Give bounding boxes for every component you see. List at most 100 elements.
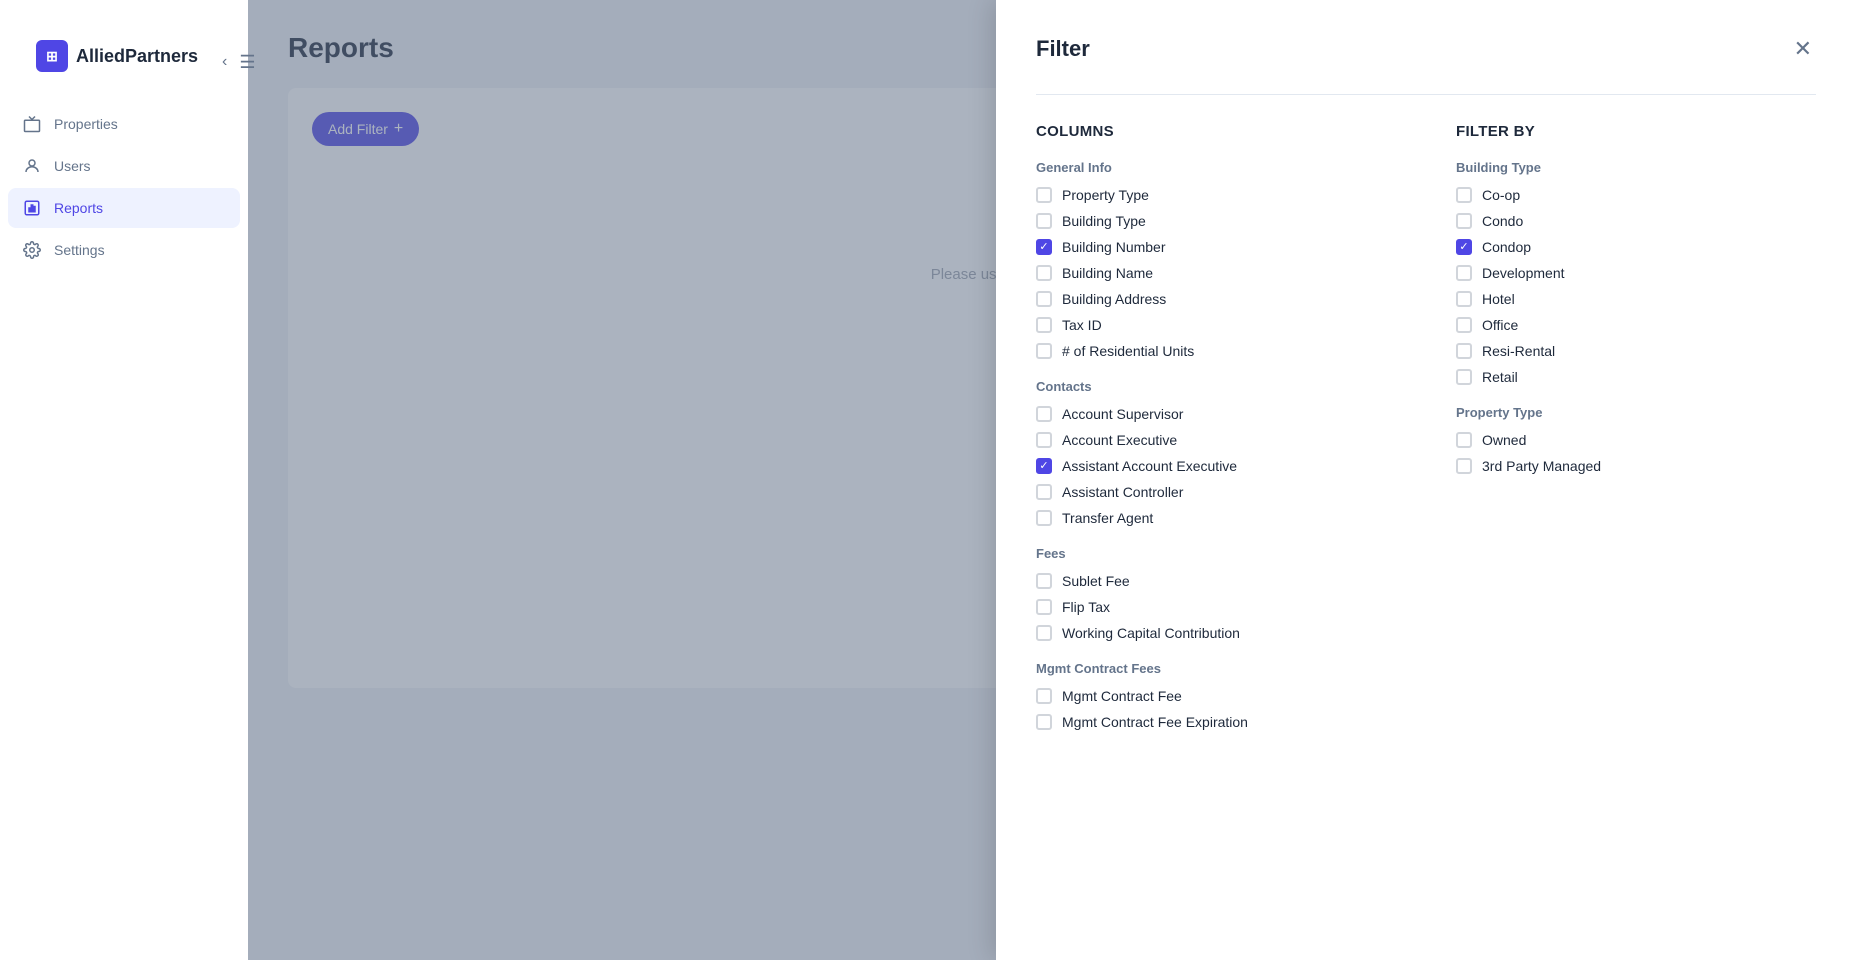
checkbox-mgmt-contract-fee-expiration-box[interactable]: [1036, 714, 1052, 730]
filter-owned-box[interactable]: [1456, 432, 1472, 448]
filter-resi-rental-box[interactable]: [1456, 343, 1472, 359]
checkbox-transfer-agent[interactable]: Transfer Agent: [1036, 510, 1396, 526]
checkbox-building-type-box[interactable]: [1036, 213, 1052, 229]
filter-condop-box[interactable]: [1456, 239, 1472, 255]
sidebar-header: ⊞ AlliedPartners ‹ ☰: [0, 16, 248, 104]
checkbox-mgmt-contract-fee-box[interactable]: [1036, 688, 1052, 704]
mgmt-label: Mgmt Contract Fees: [1036, 661, 1396, 676]
filter-hotel-box[interactable]: [1456, 291, 1472, 307]
filter-panel: Filter ✕ Columns General Info Property T…: [996, 0, 1856, 960]
filter-condop-label: Condop: [1482, 239, 1531, 255]
checkbox-building-number-box[interactable]: [1036, 239, 1052, 255]
contacts-label: Contacts: [1036, 379, 1396, 394]
checkbox-building-type-label: Building Type: [1062, 213, 1146, 229]
filter-condo-box[interactable]: [1456, 213, 1472, 229]
sidebar: ⊞ AlliedPartners ‹ ☰ Properties Users: [0, 0, 248, 960]
checkbox-sublet-fee[interactable]: Sublet Fee: [1036, 573, 1396, 589]
checkbox-working-capital[interactable]: Working Capital Contribution: [1036, 625, 1396, 641]
app-logo: ⊞ AlliedPartners: [16, 28, 218, 96]
checkbox-property-type[interactable]: Property Type: [1036, 187, 1396, 203]
checkbox-assistant-account-executive[interactable]: Assistant Account Executive: [1036, 458, 1396, 474]
filter-coop-box[interactable]: [1456, 187, 1472, 203]
filter-third-party-box[interactable]: [1456, 458, 1472, 474]
checkbox-property-type-label: Property Type: [1062, 187, 1149, 203]
checkbox-transfer-agent-box[interactable]: [1036, 510, 1052, 526]
checkbox-mgmt-contract-fee-expiration[interactable]: Mgmt Contract Fee Expiration: [1036, 714, 1396, 730]
checkbox-assistant-account-executive-label: Assistant Account Executive: [1062, 458, 1237, 474]
property-type-filter-label: Property Type: [1456, 405, 1816, 420]
checkbox-assistant-controller-box[interactable]: [1036, 484, 1052, 500]
filter-office-label: Office: [1482, 317, 1518, 333]
checkbox-account-executive[interactable]: Account Executive: [1036, 432, 1396, 448]
filter-third-party[interactable]: 3rd Party Managed: [1456, 458, 1816, 474]
checkbox-account-executive-label: Account Executive: [1062, 432, 1177, 448]
checkbox-residential-units-box[interactable]: [1036, 343, 1052, 359]
filter-office-box[interactable]: [1456, 317, 1472, 333]
checkbox-mgmt-contract-fee[interactable]: Mgmt Contract Fee: [1036, 688, 1396, 704]
sidebar-item-users[interactable]: Users: [8, 146, 240, 186]
sidebar-item-reports-label: Reports: [54, 200, 103, 216]
filter-condop[interactable]: Condop: [1456, 239, 1816, 255]
checkbox-assistant-controller[interactable]: Assistant Controller: [1036, 484, 1396, 500]
checkbox-account-supervisor-box[interactable]: [1036, 406, 1052, 422]
filter-hotel[interactable]: Hotel: [1456, 291, 1816, 307]
checkbox-mgmt-contract-fee-expiration-label: Mgmt Contract Fee Expiration: [1062, 714, 1248, 730]
checkbox-sublet-fee-box[interactable]: [1036, 573, 1052, 589]
checkbox-assistant-account-executive-box[interactable]: [1036, 458, 1052, 474]
filter-condo[interactable]: Condo: [1456, 213, 1816, 229]
reports-icon: [22, 198, 42, 218]
checkbox-tax-id-box[interactable]: [1036, 317, 1052, 333]
sidebar-item-settings[interactable]: Settings: [8, 230, 240, 270]
checkbox-account-supervisor-label: Account Supervisor: [1062, 406, 1183, 422]
checkbox-building-type[interactable]: Building Type: [1036, 213, 1396, 229]
checkbox-building-name[interactable]: Building Name: [1036, 265, 1396, 281]
checkbox-account-executive-box[interactable]: [1036, 432, 1052, 448]
sidebar-item-properties[interactable]: Properties: [8, 104, 240, 144]
checkbox-transfer-agent-label: Transfer Agent: [1062, 510, 1153, 526]
checkbox-building-number[interactable]: Building Number: [1036, 239, 1396, 255]
checkbox-assistant-controller-label: Assistant Controller: [1062, 484, 1183, 500]
checkbox-tax-id-label: Tax ID: [1062, 317, 1102, 333]
back-button[interactable]: ‹: [218, 48, 231, 77]
filter-divider: [1036, 94, 1816, 95]
checkbox-building-number-label: Building Number: [1062, 239, 1166, 255]
checkbox-property-type-box[interactable]: [1036, 187, 1052, 203]
checkbox-tax-id[interactable]: Tax ID: [1036, 317, 1396, 333]
general-info-label: General Info: [1036, 160, 1396, 175]
sidebar-item-properties-label: Properties: [54, 116, 118, 132]
filter-office[interactable]: Office: [1456, 317, 1816, 333]
sidebar-item-users-label: Users: [54, 158, 91, 174]
filter-by-heading: Filter By: [1456, 123, 1816, 140]
checkbox-working-capital-box[interactable]: [1036, 625, 1052, 641]
checkbox-residential-units[interactable]: # of Residential Units: [1036, 343, 1396, 359]
columns-heading: Columns: [1036, 123, 1396, 140]
checkbox-working-capital-label: Working Capital Contribution: [1062, 625, 1240, 641]
filter-retail-box[interactable]: [1456, 369, 1472, 385]
sidebar-item-reports[interactable]: Reports: [8, 188, 240, 228]
filter-retail[interactable]: Retail: [1456, 369, 1816, 385]
checkbox-flip-tax-label: Flip Tax: [1062, 599, 1110, 615]
checkbox-account-supervisor[interactable]: Account Supervisor: [1036, 406, 1396, 422]
checkbox-building-name-box[interactable]: [1036, 265, 1052, 281]
checkbox-flip-tax[interactable]: Flip Tax: [1036, 599, 1396, 615]
users-icon: [22, 156, 42, 176]
filter-owned[interactable]: Owned: [1456, 432, 1816, 448]
filter-resi-rental[interactable]: Resi-Rental: [1456, 343, 1816, 359]
filter-coop-label: Co-op: [1482, 187, 1520, 203]
checkbox-building-address-box[interactable]: [1036, 291, 1052, 307]
checkbox-sublet-fee-label: Sublet Fee: [1062, 573, 1130, 589]
filter-coop[interactable]: Co-op: [1456, 187, 1816, 203]
app-name: AlliedPartners: [76, 46, 198, 67]
settings-icon: [22, 240, 42, 260]
sidebar-item-settings-label: Settings: [54, 242, 105, 258]
filter-development[interactable]: Development: [1456, 265, 1816, 281]
filter-header: Filter ✕: [1036, 32, 1816, 66]
filter-third-party-label: 3rd Party Managed: [1482, 458, 1601, 474]
checkbox-building-address[interactable]: Building Address: [1036, 291, 1396, 307]
filter-columns: Columns General Info Property Type Build…: [1036, 123, 1816, 740]
close-button[interactable]: ✕: [1790, 32, 1816, 66]
building-type-filter-label: Building Type: [1456, 160, 1816, 175]
filter-development-box[interactable]: [1456, 265, 1472, 281]
checkbox-flip-tax-box[interactable]: [1036, 599, 1052, 615]
filter-retail-label: Retail: [1482, 369, 1518, 385]
